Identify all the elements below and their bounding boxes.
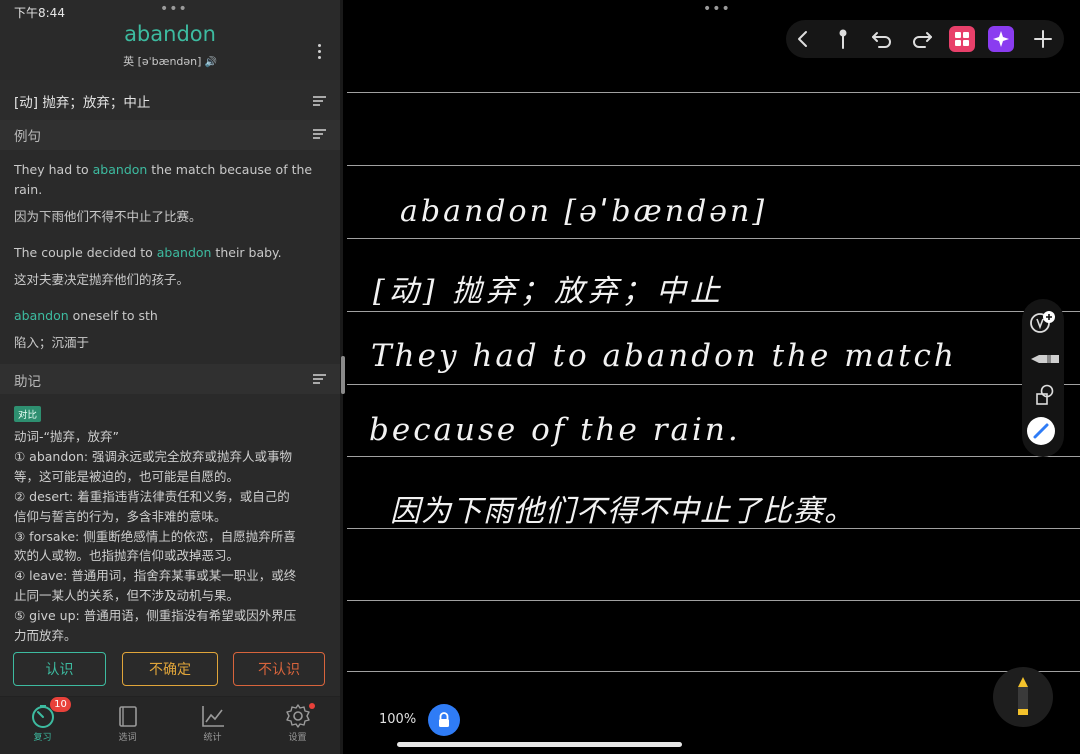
dictionary-pane: 下午8:44 ••• abandon 英 [əˈbændən] 🔊 [动] 抛弃；… [0, 0, 340, 754]
tab-select-words[interactable]: 选词 [85, 697, 170, 754]
unsure-button[interactable]: 不确定 [122, 652, 218, 686]
example-cn: 因为下雨他们不得不中止了比赛。 [14, 209, 202, 224]
compare-tag: 对比 [14, 406, 42, 422]
highlight-word[interactable]: abandon [93, 162, 148, 177]
tab-label: 选词 [118, 733, 137, 743]
collapse-icon[interactable] [313, 96, 326, 106]
speaker-icon[interactable]: 🔊 [204, 57, 216, 68]
ruled-line [347, 456, 1080, 457]
example-cn: 陷入；沉湎于 [14, 335, 90, 350]
handwriting-line: abandon [əˈbændən] [400, 194, 768, 229]
handwriting-line: [动] 抛弃；放弃；中止 [373, 274, 724, 309]
zoom-level[interactable]: 100% [379, 712, 416, 727]
book-icon [118, 706, 137, 727]
word-title: abandon [124, 22, 216, 46]
review-badge: 10 [50, 697, 71, 712]
status-time: 下午8:44 [14, 6, 65, 20]
pencil-icon [1018, 677, 1028, 715]
mnemonic-label: 助记 [14, 374, 41, 390]
back-icon[interactable] [788, 24, 818, 54]
notes-pane[interactable]: ••• abandon [əˈbændən] [动] 抛弃；放弃；中止 They… [345, 0, 1080, 754]
undo-icon[interactable] [867, 24, 897, 54]
tab-review[interactable]: 10 复习 [0, 697, 85, 754]
magic-star-icon[interactable] [986, 24, 1016, 54]
pen-color-icon[interactable] [1026, 416, 1056, 446]
collapse-icon[interactable] [313, 374, 326, 384]
phonetic-text: 英 [əˈbændən] [123, 55, 202, 68]
collapse-icon[interactable] [313, 129, 326, 139]
lock-icon [439, 712, 449, 727]
ruled-line [347, 671, 1080, 672]
redo-icon[interactable] [907, 24, 937, 54]
example-en: abandon oneself to sth [14, 308, 158, 323]
pin-icon[interactable] [828, 24, 858, 54]
ruled-line [347, 165, 1080, 166]
example-en: They had to abandon the match because of… [14, 162, 313, 197]
tab-label: 统计 [203, 733, 222, 743]
handwriting-line: They had to abandon the match [371, 338, 957, 374]
know-button[interactable]: 认识 [13, 652, 106, 686]
tab-bar: 10 复习 选词 统计 设置 [0, 696, 340, 754]
unknown-button[interactable]: 不认识 [233, 652, 325, 686]
handwriting-line: because of the rain. [369, 412, 741, 448]
tab-stats[interactable]: 统计 [170, 697, 255, 754]
marker-tool-icon[interactable] [1029, 348, 1061, 366]
tab-settings[interactable]: 设置 [255, 697, 340, 754]
home-indicator[interactable] [397, 742, 682, 747]
multitask-dots-icon[interactable]: ••• [703, 2, 731, 16]
definition-text: [动] 抛弃；放弃；中止 [14, 95, 151, 111]
notification-dot [309, 703, 315, 709]
pencil-tool-button[interactable] [993, 667, 1053, 727]
ruled-line [347, 238, 1080, 239]
tab-label: 复习 [33, 733, 52, 743]
handwriting-line: 因为下雨他们不得不中止了比赛。 [390, 494, 855, 529]
mnemonic-text: 动词-“抛弃，放弃” ① abandon: 强调永远或完全放弃或抛弃人或事物 等… [14, 429, 297, 644]
grid-view-icon[interactable] [947, 24, 977, 54]
examples-header [0, 120, 340, 150]
stats-chart-icon [201, 706, 224, 727]
example-cn: 这对夫妻决定抛弃他们的孩子。 [14, 272, 190, 287]
example-en: The couple decided to abandon their baby… [14, 245, 282, 260]
examples-label: 例句 [14, 129, 41, 145]
phonetic: 英 [əˈbændən] 🔊 [0, 53, 340, 69]
more-options-icon[interactable] [312, 40, 326, 62]
gear-icon [285, 704, 310, 728]
add-icon[interactable] [1028, 24, 1058, 54]
tab-label: 设置 [288, 733, 307, 743]
notes-toolbar [786, 20, 1064, 58]
shapes-icon[interactable] [1033, 384, 1057, 406]
lock-button[interactable] [428, 704, 460, 736]
ruled-line [347, 600, 1080, 601]
highlight-word[interactable]: abandon [14, 308, 69, 323]
ruled-line [347, 92, 1080, 93]
ruled-line [347, 384, 1080, 385]
highlight-word[interactable]: abandon [157, 245, 212, 260]
pen-add-icon[interactable] [1029, 310, 1057, 336]
multitask-dots-icon[interactable]: ••• [160, 2, 188, 16]
mnemonic-header [0, 364, 340, 394]
ruled-line [347, 311, 1080, 312]
